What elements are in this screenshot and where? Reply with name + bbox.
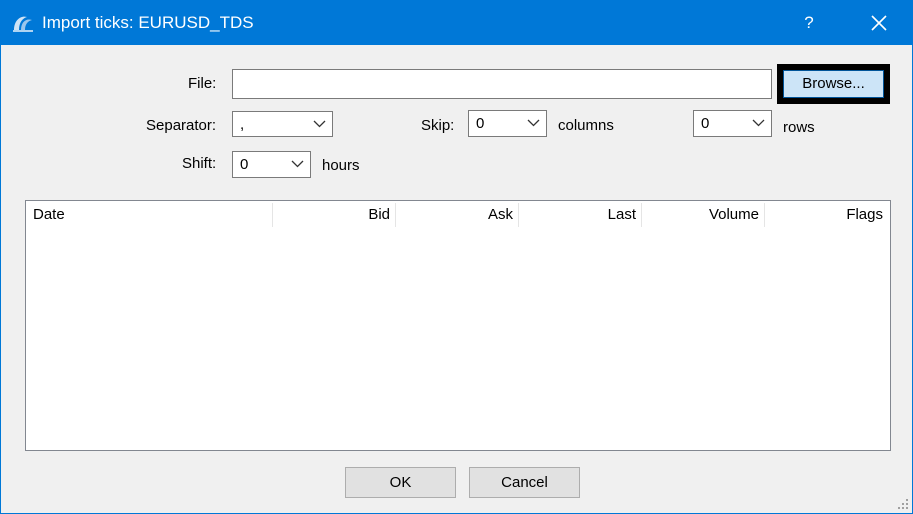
skip-rows-select[interactable]: 0 xyxy=(693,110,772,137)
column-divider[interactable] xyxy=(764,203,765,227)
separator-label: Separator: xyxy=(146,117,217,134)
columns-label: columns xyxy=(558,117,614,134)
file-path-input[interactable] xyxy=(232,69,772,99)
resize-grip-icon[interactable] xyxy=(898,499,908,509)
skip-columns-value: 0 xyxy=(476,115,485,132)
file-label: File: xyxy=(188,75,217,92)
column-header-last[interactable]: Last xyxy=(522,201,636,229)
column-divider[interactable] xyxy=(518,203,519,227)
metatrader-logo-icon xyxy=(13,16,33,32)
shift-label: Shift: xyxy=(182,155,217,172)
browse-button-focus-frame: Browse... xyxy=(777,64,890,104)
column-divider[interactable] xyxy=(641,203,642,227)
browse-button[interactable]: Browse... xyxy=(783,70,884,98)
cancel-button[interactable]: Cancel xyxy=(469,467,580,498)
close-icon xyxy=(871,15,887,31)
hours-label: hours xyxy=(322,157,360,174)
rows-label: rows xyxy=(783,119,815,136)
chevron-down-icon xyxy=(313,120,326,128)
help-icon: ? xyxy=(804,13,814,32)
skip-rows-value: 0 xyxy=(701,115,710,132)
close-button[interactable] xyxy=(858,1,900,45)
shift-hours-value: 0 xyxy=(240,156,249,173)
window-title: Import ticks: EURUSD_TDS xyxy=(42,13,254,32)
chevron-down-icon xyxy=(291,160,304,168)
column-header-date[interactable]: Date xyxy=(33,201,263,229)
column-header-bid[interactable]: Bid xyxy=(276,201,390,229)
chevron-down-icon xyxy=(752,119,765,127)
skip-label: Skip: xyxy=(421,117,455,134)
skip-columns-select[interactable]: 0 xyxy=(468,110,547,137)
chevron-down-icon xyxy=(527,119,540,127)
column-divider[interactable] xyxy=(395,203,396,227)
separator-select-value: , xyxy=(240,116,245,133)
separator-select[interactable]: , xyxy=(232,111,333,137)
shift-hours-select[interactable]: 0 xyxy=(232,151,311,178)
column-divider[interactable] xyxy=(272,203,273,227)
help-button[interactable]: ? xyxy=(792,1,826,45)
title-bar[interactable]: Import ticks: EURUSD_TDS ? xyxy=(1,1,912,45)
ticks-preview-table[interactable]: Date Bid Ask Last Volume Flags xyxy=(25,200,891,451)
column-header-ask[interactable]: Ask xyxy=(399,201,513,229)
column-header-flags[interactable]: Flags xyxy=(768,201,883,229)
ok-button[interactable]: OK xyxy=(345,467,456,498)
column-header-volume[interactable]: Volume xyxy=(645,201,759,229)
import-ticks-dialog: Import ticks: EURUSD_TDS ? File: Browse.… xyxy=(0,0,913,514)
